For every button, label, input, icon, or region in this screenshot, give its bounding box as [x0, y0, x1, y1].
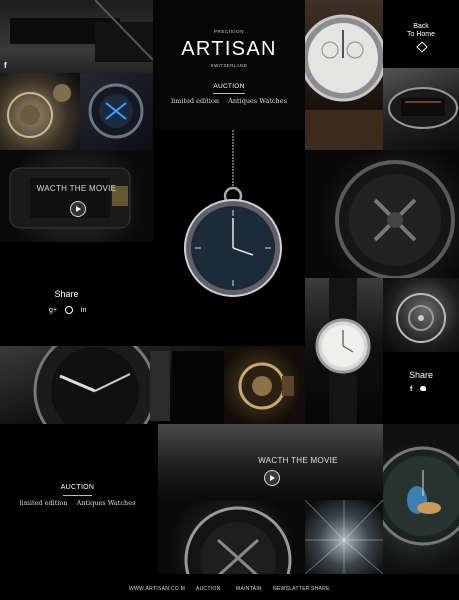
footer-nav-auction[interactable]: AUCTION [196, 586, 221, 592]
movie-tile-left[interactable]: WACTH THE MOVIE [0, 150, 153, 242]
share-block-right: Share f [383, 352, 459, 424]
play-icon[interactable] [264, 470, 280, 486]
photo-blue-watch [88, 83, 144, 139]
photo-tourbillon [396, 293, 446, 343]
photo-tile-skeleton-watch[interactable] [305, 150, 459, 278]
photo-tile-bird-watch[interactable] [383, 424, 459, 574]
share-heading: Share [54, 289, 79, 299]
pinterest-icon[interactable] [64, 306, 73, 314]
brand-logo[interactable]: ARTISAN [153, 38, 305, 61]
auction-block-bottom: AUCTION limited edition Antiques Watches [0, 424, 158, 529]
link-antiques-watches[interactable]: Antiques Watches [228, 97, 287, 105]
photo-tile-dress-watch[interactable] [305, 278, 383, 424]
home-icon[interactable] [416, 41, 428, 53]
brand-top-label: PRECISION [213, 29, 245, 34]
back-link-line1[interactable]: Back [383, 23, 459, 30]
photo-tile-side-watch[interactable] [383, 68, 459, 150]
photo-skeleton-bottom [184, 506, 292, 574]
photo-dress-watch [315, 278, 371, 424]
facebook-icon[interactable]: f [410, 386, 412, 393]
back-home-block[interactable]: Back To Home [383, 0, 459, 68]
movie-label: WACTH THE MOVIE [36, 184, 117, 193]
movie-label: WACTH THE MOVIE [258, 456, 338, 465]
link-limited-edition[interactable]: limited edition [171, 97, 219, 105]
photo-bird-watch [383, 446, 459, 546]
footer-nav-share[interactable]: SHARE [311, 586, 330, 592]
photo-tile-blue-watch[interactable] [80, 73, 153, 150]
photo-tile-skeleton-bottom[interactable] [158, 500, 305, 574]
brand-panel: PRECISION ARTISAN SWITZERLAND AUCTION li… [153, 0, 305, 130]
footer-site-link[interactable]: WWW.ARTISAN.CO.M [129, 586, 185, 592]
footer-nav-maintain[interactable]: MAINTAIN [236, 586, 262, 592]
photo-square-watch [9, 167, 131, 229]
photo-tile-movement[interactable] [0, 73, 80, 150]
photo-gold-movement [238, 362, 294, 410]
divider [63, 495, 92, 496]
photo-tile-starburst[interactable] [305, 500, 383, 574]
google-plus-icon[interactable]: g+ [49, 307, 57, 314]
linkedin-icon[interactable]: in [81, 307, 86, 314]
photo-tile-gold-movement[interactable] [224, 346, 305, 424]
photo-breitling [33, 346, 224, 424]
link-antiques-watches[interactable]: Antiques Watches [77, 499, 136, 507]
photo-tile-tourbillon[interactable] [383, 278, 459, 352]
divider [213, 93, 245, 94]
share-block-left: Share g+ in [0, 242, 153, 346]
footer: WWW.ARTISAN.CO.M AUCTION MAINTAIN NEWSLA… [0, 574, 459, 600]
auction-heading-top: AUCTION [213, 83, 245, 90]
photo-tile-breitling[interactable] [0, 346, 224, 424]
photo-pocket-watch [184, 130, 282, 297]
photo-starburst [305, 500, 383, 574]
photo-tile-dark-case[interactable]: f [0, 0, 153, 73]
back-link-line2[interactable]: To Home [383, 31, 459, 38]
photo-case [10, 0, 153, 62]
facebook-icon[interactable]: f [4, 61, 7, 70]
auction-heading-bottom: AUCTION [60, 484, 95, 491]
brand-sub-label: SWITZERLAND [210, 63, 248, 68]
movie-tile-bottom[interactable]: WACTH THE MOVIE [158, 424, 383, 500]
photo-tile-chronograph[interactable] [305, 0, 383, 150]
link-limited-edition[interactable]: limited edition [20, 499, 68, 507]
photo-side-watch [388, 87, 458, 129]
photo-tile-pocket-watch[interactable] [153, 130, 305, 346]
photo-chronograph [305, 14, 383, 150]
photo-movement [7, 84, 71, 138]
twitter-icon[interactable] [420, 386, 427, 391]
photo-skeleton-watch [335, 160, 455, 278]
play-icon[interactable] [70, 201, 86, 217]
footer-nav-newsletter[interactable]: NEWSLATTER [273, 586, 310, 592]
share-heading: Share [408, 370, 434, 380]
